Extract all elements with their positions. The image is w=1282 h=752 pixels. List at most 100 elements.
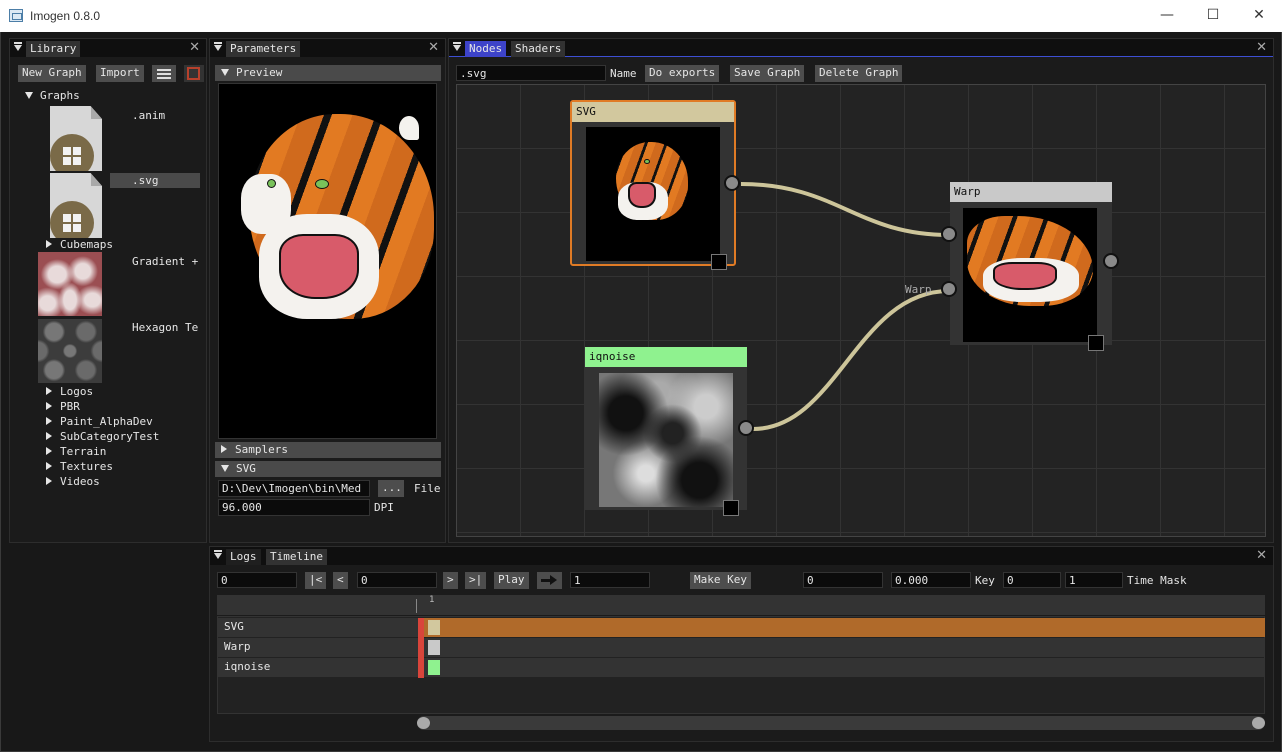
samplers-header[interactable]: Samplers bbox=[215, 442, 441, 458]
keyframe-marker[interactable] bbox=[428, 660, 440, 675]
scroll-end-handle[interactable] bbox=[1252, 717, 1265, 729]
close-icon[interactable]: ✕ bbox=[1236, 0, 1282, 32]
close-icon[interactable]: ✕ bbox=[428, 40, 439, 55]
gradient-thumbnail[interactable] bbox=[38, 252, 102, 316]
node-resize-handle[interactable] bbox=[711, 254, 727, 270]
node-warp-input-pin[interactable] bbox=[941, 226, 957, 242]
time-mask-start-input[interactable]: 0 bbox=[1003, 572, 1061, 588]
tab-parameters[interactable]: Parameters bbox=[226, 41, 301, 57]
nodes-tabbar: Nodes Shaders ✕ bbox=[449, 39, 1273, 57]
node-iqnoise[interactable]: iqnoise bbox=[585, 347, 747, 516]
node-warp-input-pin[interactable] bbox=[941, 281, 957, 297]
loop-icon[interactable] bbox=[537, 572, 562, 589]
tab-shaders[interactable]: Shaders bbox=[511, 41, 566, 57]
keyframe-marker[interactable] bbox=[428, 640, 440, 655]
frame-input[interactable]: 0 bbox=[217, 572, 297, 588]
name-label: Name bbox=[610, 67, 637, 80]
tree-folder-textures[interactable]: Textures bbox=[46, 460, 113, 473]
svg-header[interactable]: SVG bbox=[215, 461, 441, 477]
dpi-input[interactable]: 96.000 bbox=[218, 499, 370, 516]
import-button[interactable]: Import bbox=[96, 65, 144, 82]
tab-library[interactable]: Library bbox=[26, 41, 81, 57]
close-icon[interactable]: ✕ bbox=[1256, 548, 1267, 563]
grid-view-icon[interactable] bbox=[184, 65, 204, 82]
key-value-input[interactable]: 0.000 bbox=[891, 572, 971, 588]
track-range-bar[interactable] bbox=[418, 618, 1265, 637]
save-graph-button[interactable]: Save Graph bbox=[730, 65, 805, 82]
first-frame-button[interactable]: |< bbox=[305, 572, 327, 589]
tree-folder-cubemaps[interactable]: Cubemaps bbox=[46, 238, 113, 251]
close-icon[interactable]: ✕ bbox=[1256, 40, 1267, 55]
ruler-tick-label: 1 bbox=[429, 595, 435, 605]
track-svg[interactable]: SVG bbox=[218, 618, 1265, 637]
graph-item-hexagon[interactable]: Hexagon Te bbox=[132, 321, 198, 334]
play-button[interactable]: Play bbox=[494, 572, 529, 589]
prev-frame-button[interactable]: < bbox=[333, 572, 348, 589]
graph-item-anim[interactable]: .anim bbox=[132, 109, 165, 122]
make-key-button[interactable]: Make Key bbox=[690, 572, 751, 589]
timeline-ruler[interactable]: 1 bbox=[217, 595, 1265, 615]
next-frame-button[interactable]: > bbox=[443, 572, 458, 589]
node-svg[interactable]: SVG bbox=[570, 100, 736, 270]
close-icon[interactable]: ✕ bbox=[189, 40, 200, 55]
panel-menu-icon[interactable] bbox=[451, 42, 463, 54]
scroll-start-handle[interactable] bbox=[417, 717, 430, 729]
preview-header[interactable]: Preview bbox=[215, 65, 441, 81]
tab-logs[interactable]: Logs bbox=[226, 549, 261, 565]
tree-folder-videos[interactable]: Videos bbox=[46, 475, 100, 488]
delete-graph-button[interactable]: Delete Graph bbox=[815, 65, 903, 82]
key-frame-input[interactable]: 0 bbox=[803, 572, 883, 588]
node-iqnoise-output-pin[interactable] bbox=[738, 420, 754, 436]
browse-button[interactable]: ... bbox=[378, 480, 404, 497]
node-resize-handle[interactable] bbox=[723, 500, 739, 516]
maximize-icon[interactable]: ☐ bbox=[1190, 0, 1236, 32]
nodes-panel: Nodes Shaders ✕ .svg Name Do exports Sav… bbox=[448, 38, 1274, 543]
file-label: File bbox=[414, 482, 441, 495]
panel-menu-icon[interactable] bbox=[212, 42, 224, 54]
playhead[interactable] bbox=[418, 618, 424, 678]
playback-speed-input[interactable]: 1 bbox=[570, 572, 650, 588]
tree-graphs-folder[interactable]: Graphs bbox=[25, 89, 80, 102]
library-panel: Library ✕ New Graph Import Graphs .anim … bbox=[9, 38, 207, 543]
tab-nodes[interactable]: Nodes bbox=[465, 41, 507, 57]
key-label: Key bbox=[975, 574, 995, 587]
graph-item-gradient[interactable]: Gradient + bbox=[132, 255, 198, 268]
graph-item-svg[interactable]: .svg bbox=[110, 173, 200, 188]
keyframe-marker[interactable] bbox=[428, 620, 440, 635]
node-canvas[interactable]: SVG Warp Warp iqnoise bbox=[456, 84, 1266, 537]
panel-menu-icon[interactable] bbox=[212, 550, 224, 562]
do-exports-button[interactable]: Do exports bbox=[645, 65, 720, 82]
tree-folder-paint-alphadev[interactable]: Paint_AlphaDev bbox=[46, 415, 153, 428]
current-frame-input[interactable]: 0 bbox=[357, 572, 437, 588]
tree-folder-subcategorytest[interactable]: SubCategoryTest bbox=[46, 430, 159, 443]
track-iqnoise[interactable]: iqnoise bbox=[218, 658, 1265, 677]
list-view-icon[interactable] bbox=[152, 65, 176, 82]
node-resize-handle[interactable] bbox=[1088, 335, 1104, 351]
new-graph-button[interactable]: New Graph bbox=[18, 65, 86, 82]
graph-name-input[interactable]: .svg bbox=[456, 65, 606, 81]
title-bar: Imogen 0.8.0 — ☐ ✕ bbox=[0, 0, 1282, 32]
tab-timeline[interactable]: Timeline bbox=[266, 549, 327, 565]
node-warp[interactable]: Warp bbox=[950, 182, 1112, 351]
node-svg-output-pin[interactable] bbox=[724, 175, 740, 191]
node-iqnoise-title[interactable]: iqnoise bbox=[585, 347, 747, 367]
last-frame-button[interactable]: >| bbox=[465, 572, 487, 589]
track-warp[interactable]: Warp bbox=[218, 638, 1265, 657]
timeline-scrollbar[interactable] bbox=[417, 716, 1265, 730]
tree-folder-logos[interactable]: Logos bbox=[46, 385, 93, 398]
link-iqnoise-warp bbox=[752, 289, 950, 431]
file-path-input[interactable]: D:\Dev\Imogen\bin\Med bbox=[218, 480, 370, 497]
node-svg-title[interactable]: SVG bbox=[572, 102, 734, 122]
tree-folder-pbr[interactable]: PBR bbox=[46, 400, 80, 413]
time-mask-end-input[interactable]: 1 bbox=[1065, 572, 1123, 588]
hexagon-thumbnail[interactable] bbox=[38, 319, 102, 383]
panel-menu-icon[interactable] bbox=[12, 42, 24, 54]
graph-file-icon[interactable] bbox=[50, 106, 102, 171]
tree-folder-terrain[interactable]: Terrain bbox=[46, 445, 106, 458]
minimize-icon[interactable]: — bbox=[1144, 0, 1190, 32]
svg-header-label: SVG bbox=[236, 462, 256, 475]
graph-file-icon[interactable] bbox=[50, 173, 102, 238]
node-warp-output-pin[interactable] bbox=[1103, 253, 1119, 269]
node-warp-title[interactable]: Warp bbox=[950, 182, 1112, 202]
dpi-label: DPI bbox=[374, 501, 394, 514]
